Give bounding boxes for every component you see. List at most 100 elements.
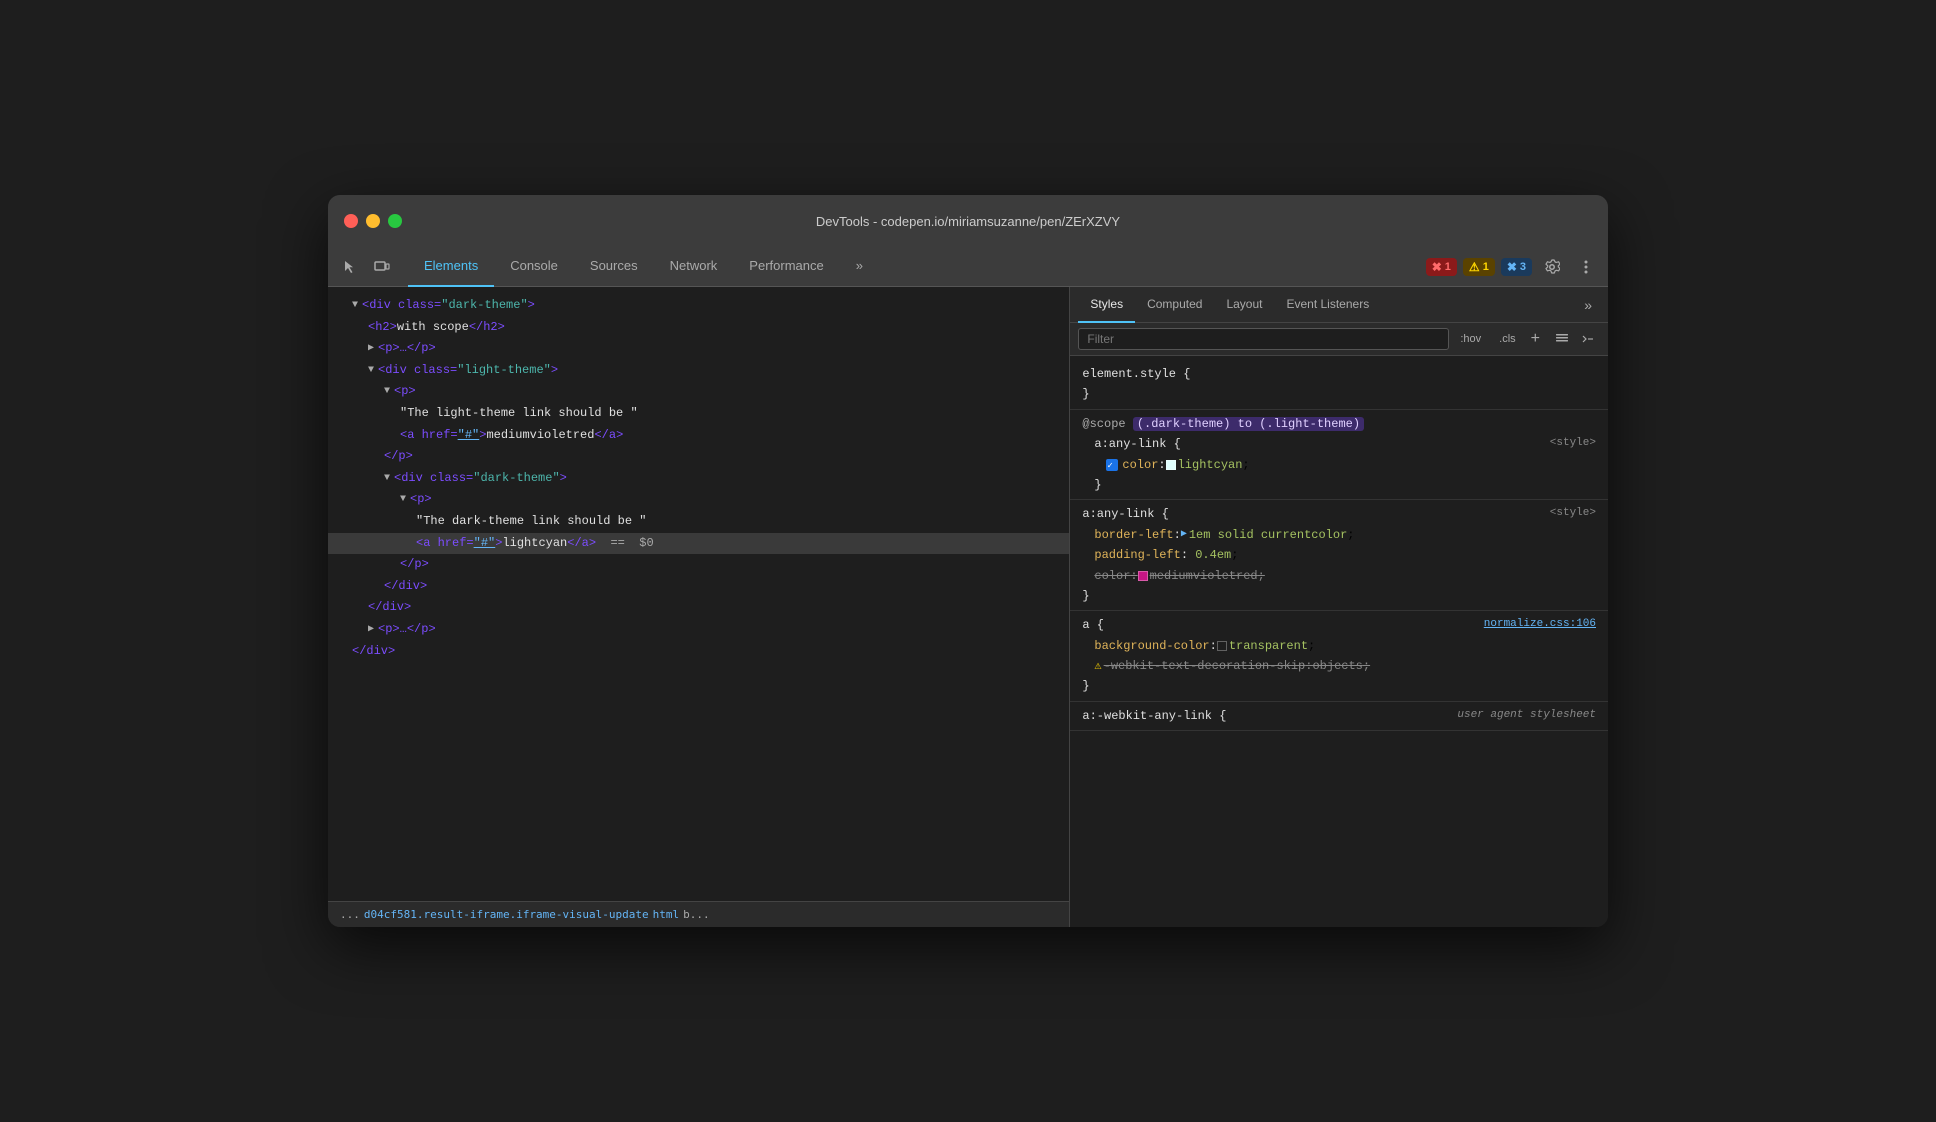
styles-content: element.style { } @scope (.dark-theme) t… xyxy=(1070,356,1608,927)
toolbar-icons xyxy=(336,253,396,281)
tab-elements[interactable]: Elements xyxy=(408,247,494,287)
error-badge[interactable]: ✖ 1 xyxy=(1426,258,1457,276)
dom-line[interactable]: </p> xyxy=(328,446,1069,468)
css-rule-element-style: element.style { } xyxy=(1070,360,1608,410)
hov-button[interactable]: :hov xyxy=(1453,329,1488,349)
css-property-color-struck[interactable]: color xyxy=(1094,566,1130,586)
dom-line[interactable]: </div> xyxy=(328,641,1069,663)
expand-icon[interactable]: ▶ xyxy=(1181,526,1187,543)
css-source: <style> xyxy=(1550,504,1596,523)
new-style-rule-icon[interactable] xyxy=(1550,327,1574,351)
css-sub-selector[interactable]: a:any-link { xyxy=(1094,437,1180,451)
at-scope: @scope xyxy=(1082,417,1132,431)
styles-tab-layout[interactable]: Layout xyxy=(1214,287,1274,323)
filter-input[interactable] xyxy=(1078,328,1449,350)
breadcrumb-html[interactable]: html xyxy=(653,908,680,921)
tab-network[interactable]: Network xyxy=(654,247,734,287)
styles-tab-computed[interactable]: Computed xyxy=(1135,287,1214,323)
css-close-brace: } xyxy=(1082,387,1089,401)
error-count: 1 xyxy=(1445,261,1451,273)
info-badge[interactable]: ✖ 3 xyxy=(1501,258,1532,276)
property-checkbox[interactable] xyxy=(1106,459,1118,471)
color-swatch-lightcyan[interactable] xyxy=(1166,460,1176,470)
breadcrumb-path: ... xyxy=(340,908,360,921)
triangle-icon[interactable]: ▼ xyxy=(384,383,390,401)
normalize-link[interactable]: normalize.css:106 xyxy=(1484,618,1596,630)
settings-icon[interactable] xyxy=(1538,253,1566,281)
css-selector-a[interactable]: a { xyxy=(1082,618,1104,632)
breadcrumb-link[interactable]: d04cf581.result-iframe.iframe-visual-upd… xyxy=(364,908,649,921)
traffic-lights xyxy=(344,214,402,228)
dom-line[interactable]: <h2>with scope</h2> xyxy=(328,317,1069,339)
filter-icons xyxy=(1550,327,1600,351)
add-rule-button[interactable]: + xyxy=(1527,330,1544,348)
color-swatch-transparent[interactable] xyxy=(1217,641,1227,651)
triangle-icon[interactable]: ▼ xyxy=(352,297,358,315)
dom-line[interactable]: ▶<p>…</p> xyxy=(328,338,1069,360)
tab-console[interactable]: Console xyxy=(494,247,574,287)
css-selector-any-link[interactable]: a:any-link { xyxy=(1082,507,1168,521)
tab-sources[interactable]: Sources xyxy=(574,247,654,287)
dom-line[interactable]: </div> xyxy=(328,597,1069,619)
styles-tab-list: Styles Computed Layout Event Listeners » xyxy=(1070,287,1608,323)
close-button[interactable] xyxy=(344,214,358,228)
triangle-icon[interactable]: ▶ xyxy=(368,340,374,358)
dom-line[interactable]: ▼<p> xyxy=(328,489,1069,511)
color-swatch-mediumvioletred[interactable] xyxy=(1138,571,1148,581)
css-property-border[interactable]: border-left xyxy=(1094,525,1173,545)
styles-tab-event-listeners[interactable]: Event Listeners xyxy=(1274,287,1381,323)
dom-panel: ▼<div class="dark-theme"> <h2>with scope… xyxy=(328,287,1070,927)
tab-more[interactable]: » xyxy=(840,247,879,287)
dom-line[interactable]: ▼<div class="dark-theme"> xyxy=(328,468,1069,490)
toolbar-right: ✖ 1 ⚠ 1 ✖ 3 xyxy=(1426,253,1600,281)
maximize-button[interactable] xyxy=(388,214,402,228)
dom-line[interactable]: ▼<div class="dark-theme"> xyxy=(328,295,1069,317)
warning-badge[interactable]: ⚠ 1 xyxy=(1463,258,1495,276)
dom-line[interactable]: <a href="#">mediumvioletred</a> xyxy=(328,425,1069,447)
dom-content[interactable]: ▼<div class="dark-theme"> <h2>with scope… xyxy=(328,287,1069,901)
css-source: <style> xyxy=(1550,434,1596,453)
dom-line[interactable]: "The light-theme link should be " xyxy=(328,403,1069,425)
css-value-color-struck[interactable]: mediumvioletred xyxy=(1150,566,1258,586)
styles-tab-more[interactable]: » xyxy=(1576,297,1600,313)
dom-line[interactable]: ▶<p>…</p> xyxy=(328,619,1069,641)
css-source-normalize: normalize.css:106 xyxy=(1484,615,1596,634)
devtools-window: DevTools - codepen.io/miriamsuzanne/pen/… xyxy=(328,195,1608,927)
dom-line-selected[interactable]: <a href="#">lightcyan</a> == $0 xyxy=(328,533,1069,555)
css-property-bg[interactable]: background-color xyxy=(1094,636,1209,656)
triangle-icon[interactable]: ▶ xyxy=(368,621,374,639)
triangle-icon[interactable]: ▼ xyxy=(368,362,374,380)
triangle-icon[interactable]: ▼ xyxy=(384,470,390,488)
css-value[interactable]: lightcyan xyxy=(1178,455,1243,475)
toolbar: Elements Console Sources Network Perform… xyxy=(328,247,1608,287)
tab-performance[interactable]: Performance xyxy=(733,247,839,287)
cls-button[interactable]: .cls xyxy=(1492,329,1523,349)
styles-tab-styles[interactable]: Styles xyxy=(1078,287,1135,323)
css-value-border[interactable]: 1em solid currentcolor xyxy=(1189,525,1347,545)
warning-count: 1 xyxy=(1483,261,1489,273)
css-property-padding[interactable]: padding-left xyxy=(1094,548,1180,562)
info-icon: ✖ xyxy=(1507,260,1517,274)
menu-icon[interactable] xyxy=(1572,253,1600,281)
css-value-padding[interactable]: 0.4em xyxy=(1195,548,1231,562)
css-property-webkit[interactable]: -webkit-text-decoration-skip xyxy=(1104,656,1306,676)
dom-line[interactable]: "The dark-theme link should be " xyxy=(328,511,1069,533)
triangle-icon[interactable]: ▼ xyxy=(400,491,406,509)
dom-line[interactable]: </p> xyxy=(328,554,1069,576)
error-icon: ✖ xyxy=(1432,260,1442,274)
warning-icon: ⚠ xyxy=(1094,656,1101,676)
css-selector-webkit[interactable]: a:-webkit-any-link { xyxy=(1082,709,1226,723)
css-selector[interactable]: element.style { xyxy=(1082,367,1190,381)
css-property[interactable]: color xyxy=(1122,455,1158,475)
css-rule-normalize: a { normalize.css:106 background-color: … xyxy=(1070,611,1608,702)
inspect-icon[interactable] xyxy=(336,253,364,281)
dom-line[interactable]: ▼<div class="light-theme"> xyxy=(328,360,1069,382)
minimize-button[interactable] xyxy=(366,214,380,228)
css-value-webkit[interactable]: objects xyxy=(1312,656,1362,676)
titlebar: DevTools - codepen.io/miriamsuzanne/pen/… xyxy=(328,195,1608,247)
device-icon[interactable] xyxy=(368,253,396,281)
dom-line[interactable]: ▼<p> xyxy=(328,381,1069,403)
css-value-bg[interactable]: transparent xyxy=(1229,636,1308,656)
dom-line[interactable]: </div> xyxy=(328,576,1069,598)
toggle-changes-icon[interactable] xyxy=(1576,327,1600,351)
